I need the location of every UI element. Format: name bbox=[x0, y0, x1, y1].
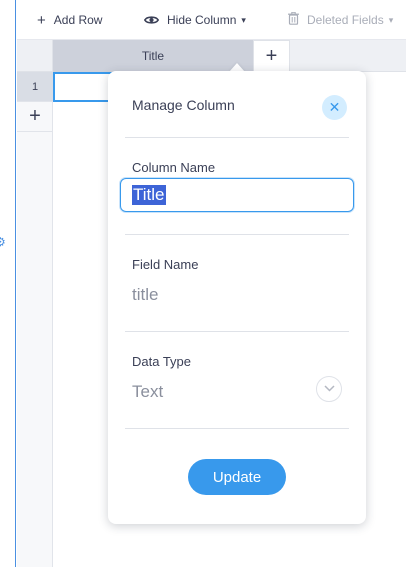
add-row-inline-button[interactable]: + bbox=[17, 102, 53, 132]
plus-icon: + bbox=[265, 44, 278, 67]
plus-icon: + bbox=[37, 11, 46, 29]
popup-title: Manage Column bbox=[132, 97, 235, 113]
divider bbox=[125, 234, 349, 235]
divider bbox=[125, 428, 349, 429]
deleted-fields-button[interactable]: Deleted Fields ▾ bbox=[288, 11, 393, 29]
header-corner bbox=[17, 40, 53, 72]
column-header-title[interactable]: Title bbox=[53, 40, 253, 72]
add-row-label: Add Row bbox=[53, 13, 103, 27]
hide-column-button[interactable]: Hide Column ▾ bbox=[143, 11, 246, 29]
add-row-button[interactable]: + Add Row bbox=[37, 11, 102, 29]
chevron-down-icon bbox=[323, 383, 335, 395]
divider bbox=[125, 331, 349, 332]
add-column-button[interactable]: + bbox=[253, 40, 290, 72]
field-name-label: Field Name bbox=[132, 257, 199, 272]
plus-icon: + bbox=[29, 105, 41, 127]
gear-icon[interactable]: ⚙ bbox=[0, 236, 7, 248]
eye-icon bbox=[143, 13, 160, 28]
column-name-label: Column Name bbox=[132, 160, 216, 175]
column-name-input[interactable]: Title bbox=[120, 178, 354, 212]
left-panel-edge: ⚙ bbox=[0, 0, 16, 567]
selected-cell[interactable] bbox=[53, 72, 113, 102]
column-name-value: Title bbox=[132, 185, 166, 205]
toolbar: + Add Row Hide Column ▾ Deleted Fields ▾ bbox=[17, 0, 406, 40]
data-type-value: Text bbox=[132, 382, 164, 401]
chevron-down-icon: ▾ bbox=[241, 14, 246, 25]
hide-column-label: Hide Column bbox=[167, 13, 237, 27]
chevron-down-icon: ▾ bbox=[388, 14, 394, 25]
data-type-label: Data Type bbox=[132, 354, 192, 369]
divider bbox=[125, 137, 349, 138]
close-button[interactable]: ✕ bbox=[322, 95, 347, 120]
trash-icon bbox=[288, 11, 299, 28]
close-icon: ✕ bbox=[328, 99, 341, 115]
data-type-dropdown[interactable] bbox=[316, 376, 342, 402]
deleted-fields-label: Deleted Fields bbox=[307, 13, 384, 27]
update-button[interactable]: Update bbox=[188, 459, 286, 495]
manage-column-popup: Manage Column ✕ Column Name Title Field … bbox=[108, 71, 366, 524]
field-name-value: title bbox=[132, 285, 159, 304]
row-number[interactable]: 1 bbox=[17, 72, 53, 102]
